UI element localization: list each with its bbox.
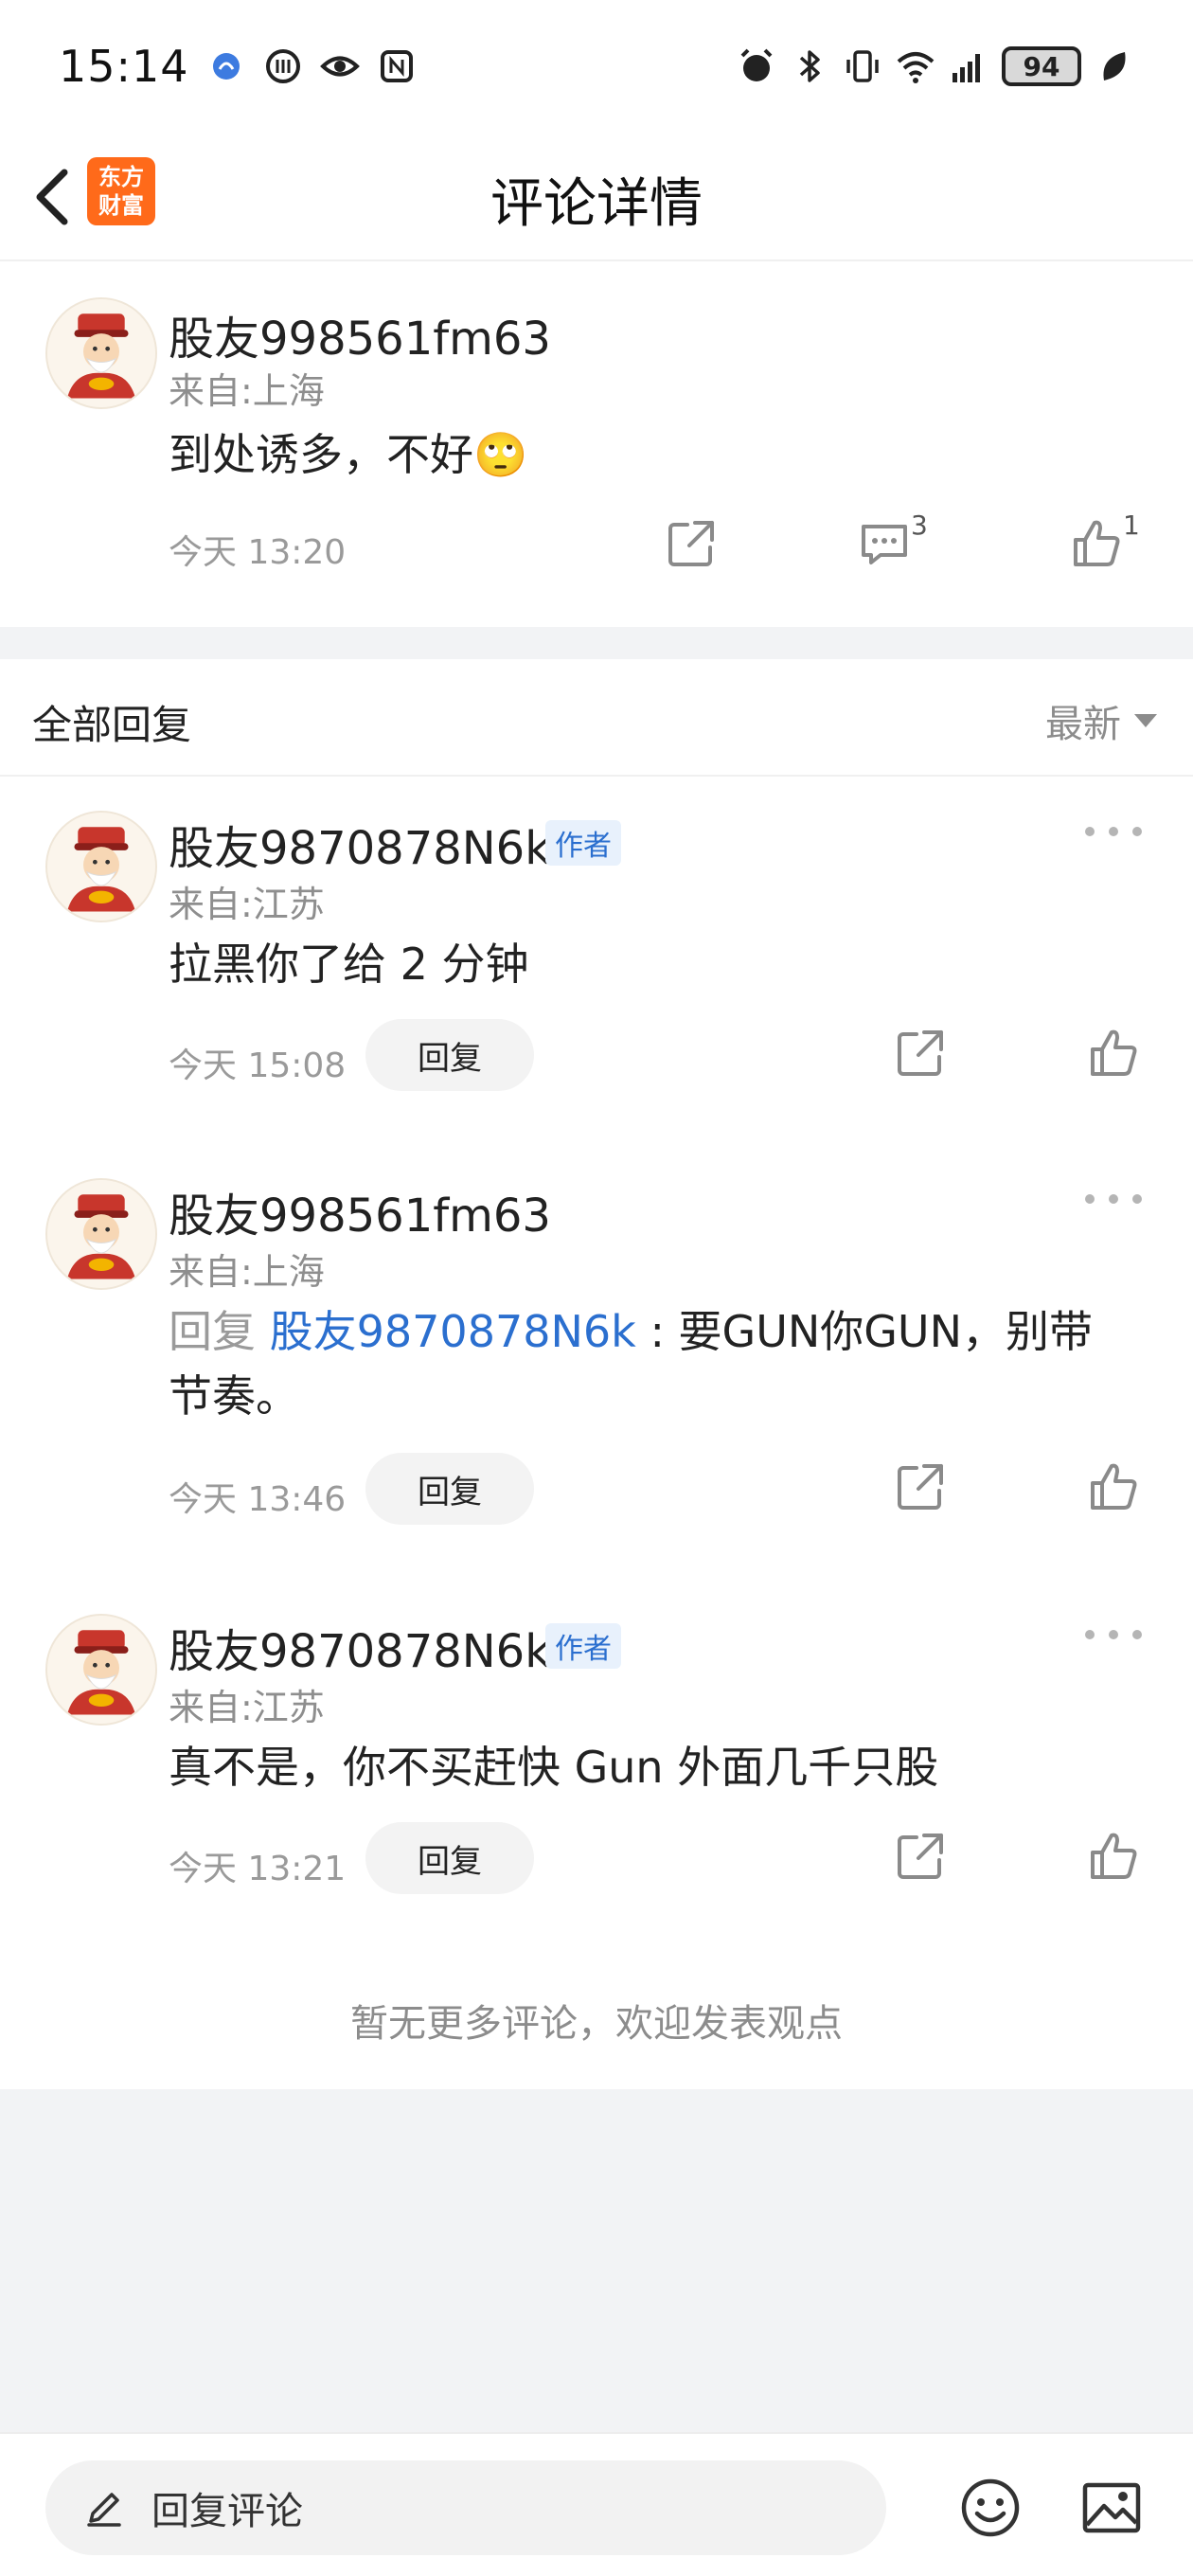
sort-label: 最新 bbox=[1045, 703, 1121, 746]
author-badge: 作者 bbox=[545, 820, 621, 866]
reply-target-link[interactable]: 股友9870878N6k bbox=[270, 1306, 636, 1357]
image-icon[interactable] bbox=[1079, 2476, 1144, 2540]
vibrate-icon bbox=[843, 46, 882, 86]
share-icon[interactable] bbox=[892, 1828, 949, 1885]
wifi-icon bbox=[896, 46, 935, 86]
reply-button[interactable]: 回复 bbox=[365, 1822, 534, 1894]
reply-text-2: 节奏。 bbox=[169, 1370, 299, 1422]
avatar-image bbox=[47, 813, 155, 921]
username[interactable]: 股友9870878N6k bbox=[169, 811, 551, 877]
section-divider bbox=[0, 627, 1193, 659]
input-placeholder: 回复评论 bbox=[151, 2490, 303, 2533]
more-options-icon[interactable] bbox=[1085, 822, 1142, 841]
replies-header: 全部回复 最新 bbox=[0, 659, 1193, 777]
reply-item: 股友9870878N6k 作者 来自:江苏 拉黑你了给 2 分钟 今天 15:0… bbox=[0, 777, 1193, 1144]
like-icon[interactable] bbox=[1085, 1828, 1142, 1885]
avatar[interactable] bbox=[45, 1178, 157, 1290]
reply-line-1: 回复 股友9870878N6k : 要GUN你GUN，别带 bbox=[169, 1299, 1134, 1364]
app-icon bbox=[263, 46, 303, 86]
no-more-comments-tip: 暂无更多评论，欢迎发表观点 bbox=[350, 2002, 843, 2046]
comment-count: 3 bbox=[911, 510, 928, 541]
comment-text: 到处诱多，不好 bbox=[169, 429, 473, 480]
username[interactable]: 股友9870878N6k bbox=[169, 1614, 551, 1680]
share-icon[interactable] bbox=[892, 1458, 949, 1515]
status-time: 15:14 bbox=[59, 41, 189, 92]
avatar[interactable] bbox=[45, 1614, 157, 1726]
reply-item: 股友9870878N6k 作者 来自:江苏 真不是，你不买赶快 Gun 外面几千… bbox=[0, 1580, 1193, 1947]
share-icon[interactable] bbox=[892, 1025, 949, 1082]
reply-item: 股友998561fm63 来自:上海 回复 股友9870878N6k : 要GU… bbox=[0, 1144, 1193, 1580]
alarm-icon bbox=[737, 46, 776, 86]
status-bar: 15:14 94 bbox=[0, 0, 1193, 133]
status-right-icons: 94 bbox=[737, 46, 1134, 86]
avatar-image bbox=[47, 299, 155, 407]
like-count: 1 bbox=[1123, 510, 1140, 541]
more-options-icon[interactable] bbox=[1085, 1190, 1142, 1208]
avatar[interactable] bbox=[45, 297, 157, 409]
like-icon[interactable] bbox=[1085, 1025, 1142, 1082]
comment-time: 今天 13:20 bbox=[169, 533, 347, 572]
avatar-image bbox=[47, 1180, 155, 1288]
location: 来自:江苏 bbox=[169, 884, 325, 925]
bluetooth-icon bbox=[790, 46, 829, 86]
reply-text-1: : 要GUN你GUN，别带 bbox=[650, 1306, 1094, 1357]
page-title: 评论详情 bbox=[490, 173, 703, 235]
reply-button[interactable]: 回复 bbox=[365, 1019, 534, 1091]
battery-icon: 94 bbox=[1002, 46, 1081, 86]
comment-icon[interactable] bbox=[856, 515, 913, 572]
avatar[interactable] bbox=[45, 811, 157, 922]
location: 来自:上海 bbox=[169, 370, 325, 412]
notification-icon bbox=[206, 46, 246, 86]
nfc-icon bbox=[377, 46, 417, 86]
all-replies-label: 全部回复 bbox=[32, 702, 192, 748]
avatar-image bbox=[47, 1616, 155, 1724]
reply-button[interactable]: 回复 bbox=[365, 1453, 534, 1525]
pen-icon bbox=[87, 2493, 121, 2527]
location: 来自:上海 bbox=[169, 1251, 325, 1293]
eye-icon bbox=[319, 46, 360, 86]
reply-time: 今天 13:21 bbox=[169, 1850, 347, 1888]
username[interactable]: 股友998561fm63 bbox=[169, 301, 551, 367]
reply-prefix: 回复 bbox=[169, 1306, 256, 1357]
more-options-icon[interactable] bbox=[1085, 1625, 1142, 1644]
bottom-bar: 回复评论 bbox=[0, 2432, 1193, 2576]
reply-content: 拉黑你了给 2 分钟 bbox=[169, 939, 529, 990]
replies-section: 全部回复 最新 股友9870878N6k 作者 来自:江苏 拉黑你了给 2 分钟… bbox=[0, 659, 1193, 2089]
emoji-icon[interactable] bbox=[958, 2476, 1023, 2540]
status-left-icons bbox=[206, 46, 417, 86]
sort-dropdown[interactable]: 最新 bbox=[1045, 693, 1157, 748]
chevron-down-icon bbox=[1134, 714, 1157, 727]
rolling-eyes-icon: 🙄 bbox=[473, 429, 528, 480]
location: 来自:江苏 bbox=[169, 1687, 325, 1728]
author-badge: 作者 bbox=[545, 1623, 621, 1669]
comment-content: 到处诱多，不好🙄 bbox=[169, 422, 527, 487]
reply-time: 今天 15:08 bbox=[169, 1046, 347, 1085]
reply-comment-input[interactable]: 回复评论 bbox=[45, 2460, 886, 2555]
username[interactable]: 股友998561fm63 bbox=[169, 1178, 551, 1244]
like-icon[interactable] bbox=[1085, 1458, 1142, 1515]
header: 东方 财富 评论详情 bbox=[0, 133, 1193, 261]
reply-content: 回复 股友9870878N6k : 要GUN你GUN，别带 节奏。 bbox=[169, 1299, 1134, 1428]
like-icon[interactable] bbox=[1068, 515, 1125, 572]
reply-content: 真不是，你不买赶快 Gun 外面几千只股 bbox=[169, 1742, 939, 1793]
share-icon[interactable] bbox=[663, 515, 720, 572]
main-comment: 股友998561fm63 来自:上海 到处诱多，不好🙄 今天 13:20 3 1 bbox=[0, 261, 1193, 627]
page: 15:14 94 东方 财富 评论详情 股友998561fm63 来自:上海 到… bbox=[0, 0, 1193, 2576]
signal-icon bbox=[949, 46, 988, 86]
reply-time: 今天 13:46 bbox=[169, 1480, 347, 1519]
leaf-icon bbox=[1095, 46, 1134, 86]
